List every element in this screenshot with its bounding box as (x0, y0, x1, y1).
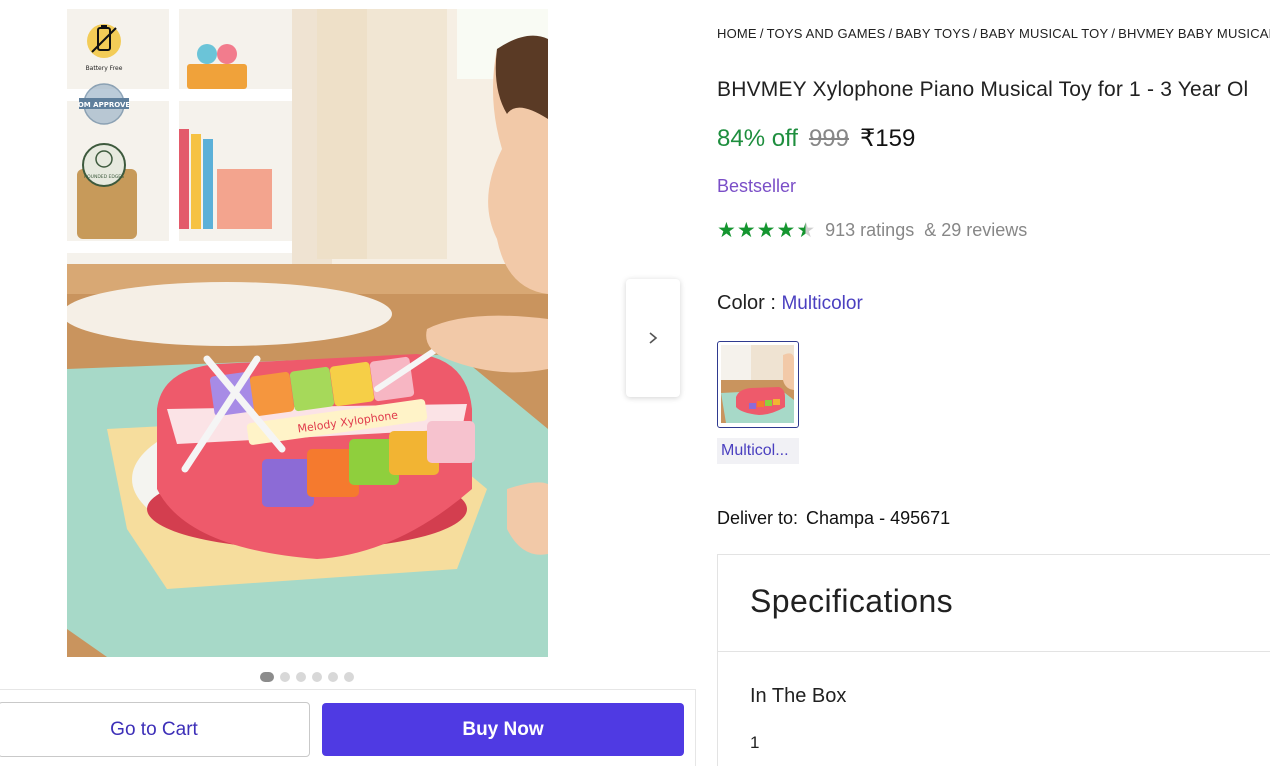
breadcrumb-current-product[interactable]: BHVMEY BABY MUSICAL (1118, 26, 1270, 41)
product-photo: Melody Xylophone (67, 9, 548, 657)
star-rating: ★ ★ ★ ★ ★ (717, 220, 815, 241)
product-main-image[interactable]: Melody Xylophone (67, 9, 548, 657)
color-label: Color : (717, 292, 776, 314)
reviews-count: & 29 reviews (924, 220, 1028, 240)
breadcrumb: HOME / TOYS AND GAMES / BABY TOYS / BABY MUSIC… (717, 26, 1270, 41)
breadcrumb-toys-and-games[interactable]: TOYS AND GAMES (767, 26, 886, 41)
product-details: HOME / TOYS AND GAMES / BABY TOYS / BABY MUSIC… (717, 0, 1270, 766)
spec-label-in-the-box: In The Box (750, 685, 847, 707)
rating-summary[interactable]: ★ ★ ★ ★ ★ 913 ratings & 29 reviews (717, 220, 1027, 241)
selected-color: Multicolor (781, 293, 863, 314)
rounded-edges-text: ROUNDED EDGES (84, 174, 124, 180)
swatch-label[interactable]: Multicol... (717, 438, 799, 464)
price-row: 84% off 999 ₹159 (717, 124, 915, 153)
star-icon: ★ (756, 219, 776, 242)
breadcrumb-separator: / (1111, 26, 1116, 41)
discount-percent: 84% off (717, 125, 798, 152)
bestseller-tag: Bestseller (717, 176, 797, 196)
breadcrumb-separator: / (973, 26, 977, 41)
next-image-button[interactable] (626, 279, 680, 397)
hom-approved-text: HOM APPROVED (78, 101, 130, 109)
carousel-dot[interactable] (328, 672, 338, 682)
color-swatch-multicolor[interactable] (717, 341, 799, 428)
purchase-action-bar: Go to Cart Buy Now (0, 689, 696, 766)
chevron-right-icon (649, 332, 658, 344)
breadcrumb-baby-toys[interactable]: BABY TOYS (895, 26, 970, 41)
spec-value-in-the-box: 1 (750, 733, 760, 752)
battery-free-caption: Battery Free (85, 65, 123, 72)
star-icon: ★ (717, 219, 736, 242)
breadcrumb-separator: / (888, 26, 893, 41)
battery-free-badge: Battery Free (78, 22, 130, 72)
selling-price: ₹159 (860, 125, 916, 152)
battery-free-icon (87, 24, 121, 58)
deliver-to-label: Deliver to: (717, 508, 799, 528)
carousel-dot[interactable] (296, 672, 306, 682)
delivery-location[interactable]: Deliver to: Champa - 495671 (717, 508, 950, 529)
carousel-dot[interactable] (280, 672, 290, 682)
breadcrumb-baby-musical-toy[interactable]: BABY MUSICAL TOY (980, 26, 1108, 41)
star-half-icon: ★ (796, 219, 816, 242)
specifications-heading: Specifications (750, 583, 954, 619)
specifications-card: Specifications In The Box 1 (717, 554, 1270, 766)
hom-approved-badge: HOM APPROVED (72, 82, 136, 131)
carousel-dot[interactable] (312, 672, 322, 682)
carousel-dot[interactable] (260, 672, 274, 682)
go-to-cart-button[interactable]: Go to Cart (0, 702, 310, 757)
ratings-count: 913 ratings (825, 220, 915, 240)
star-icon: ★ (736, 219, 756, 242)
carousel-dot[interactable] (344, 672, 354, 682)
rounded-edges-icon: ROUNDED EDGES (82, 143, 126, 187)
breadcrumb-home[interactable]: HOME (717, 26, 757, 41)
swatch-thumbnail (721, 345, 794, 423)
divider (718, 651, 1270, 652)
color-selector-label: Color : Multicolor (717, 292, 863, 315)
breadcrumb-separator: / (759, 26, 764, 41)
hom-approved-icon: HOM APPROVED (72, 83, 136, 125)
buy-now-button[interactable]: Buy Now (322, 703, 684, 756)
delivery-pincode: Champa - 495671 (806, 508, 951, 528)
product-title: BHVMEY Xylophone Piano Musical Toy for 1… (717, 78, 1249, 101)
star-icon: ★ (776, 219, 796, 242)
rounded-edges-badge: ROUNDED EDGES (78, 142, 130, 193)
original-price: 999 (808, 125, 849, 152)
carousel-dots (260, 672, 354, 682)
